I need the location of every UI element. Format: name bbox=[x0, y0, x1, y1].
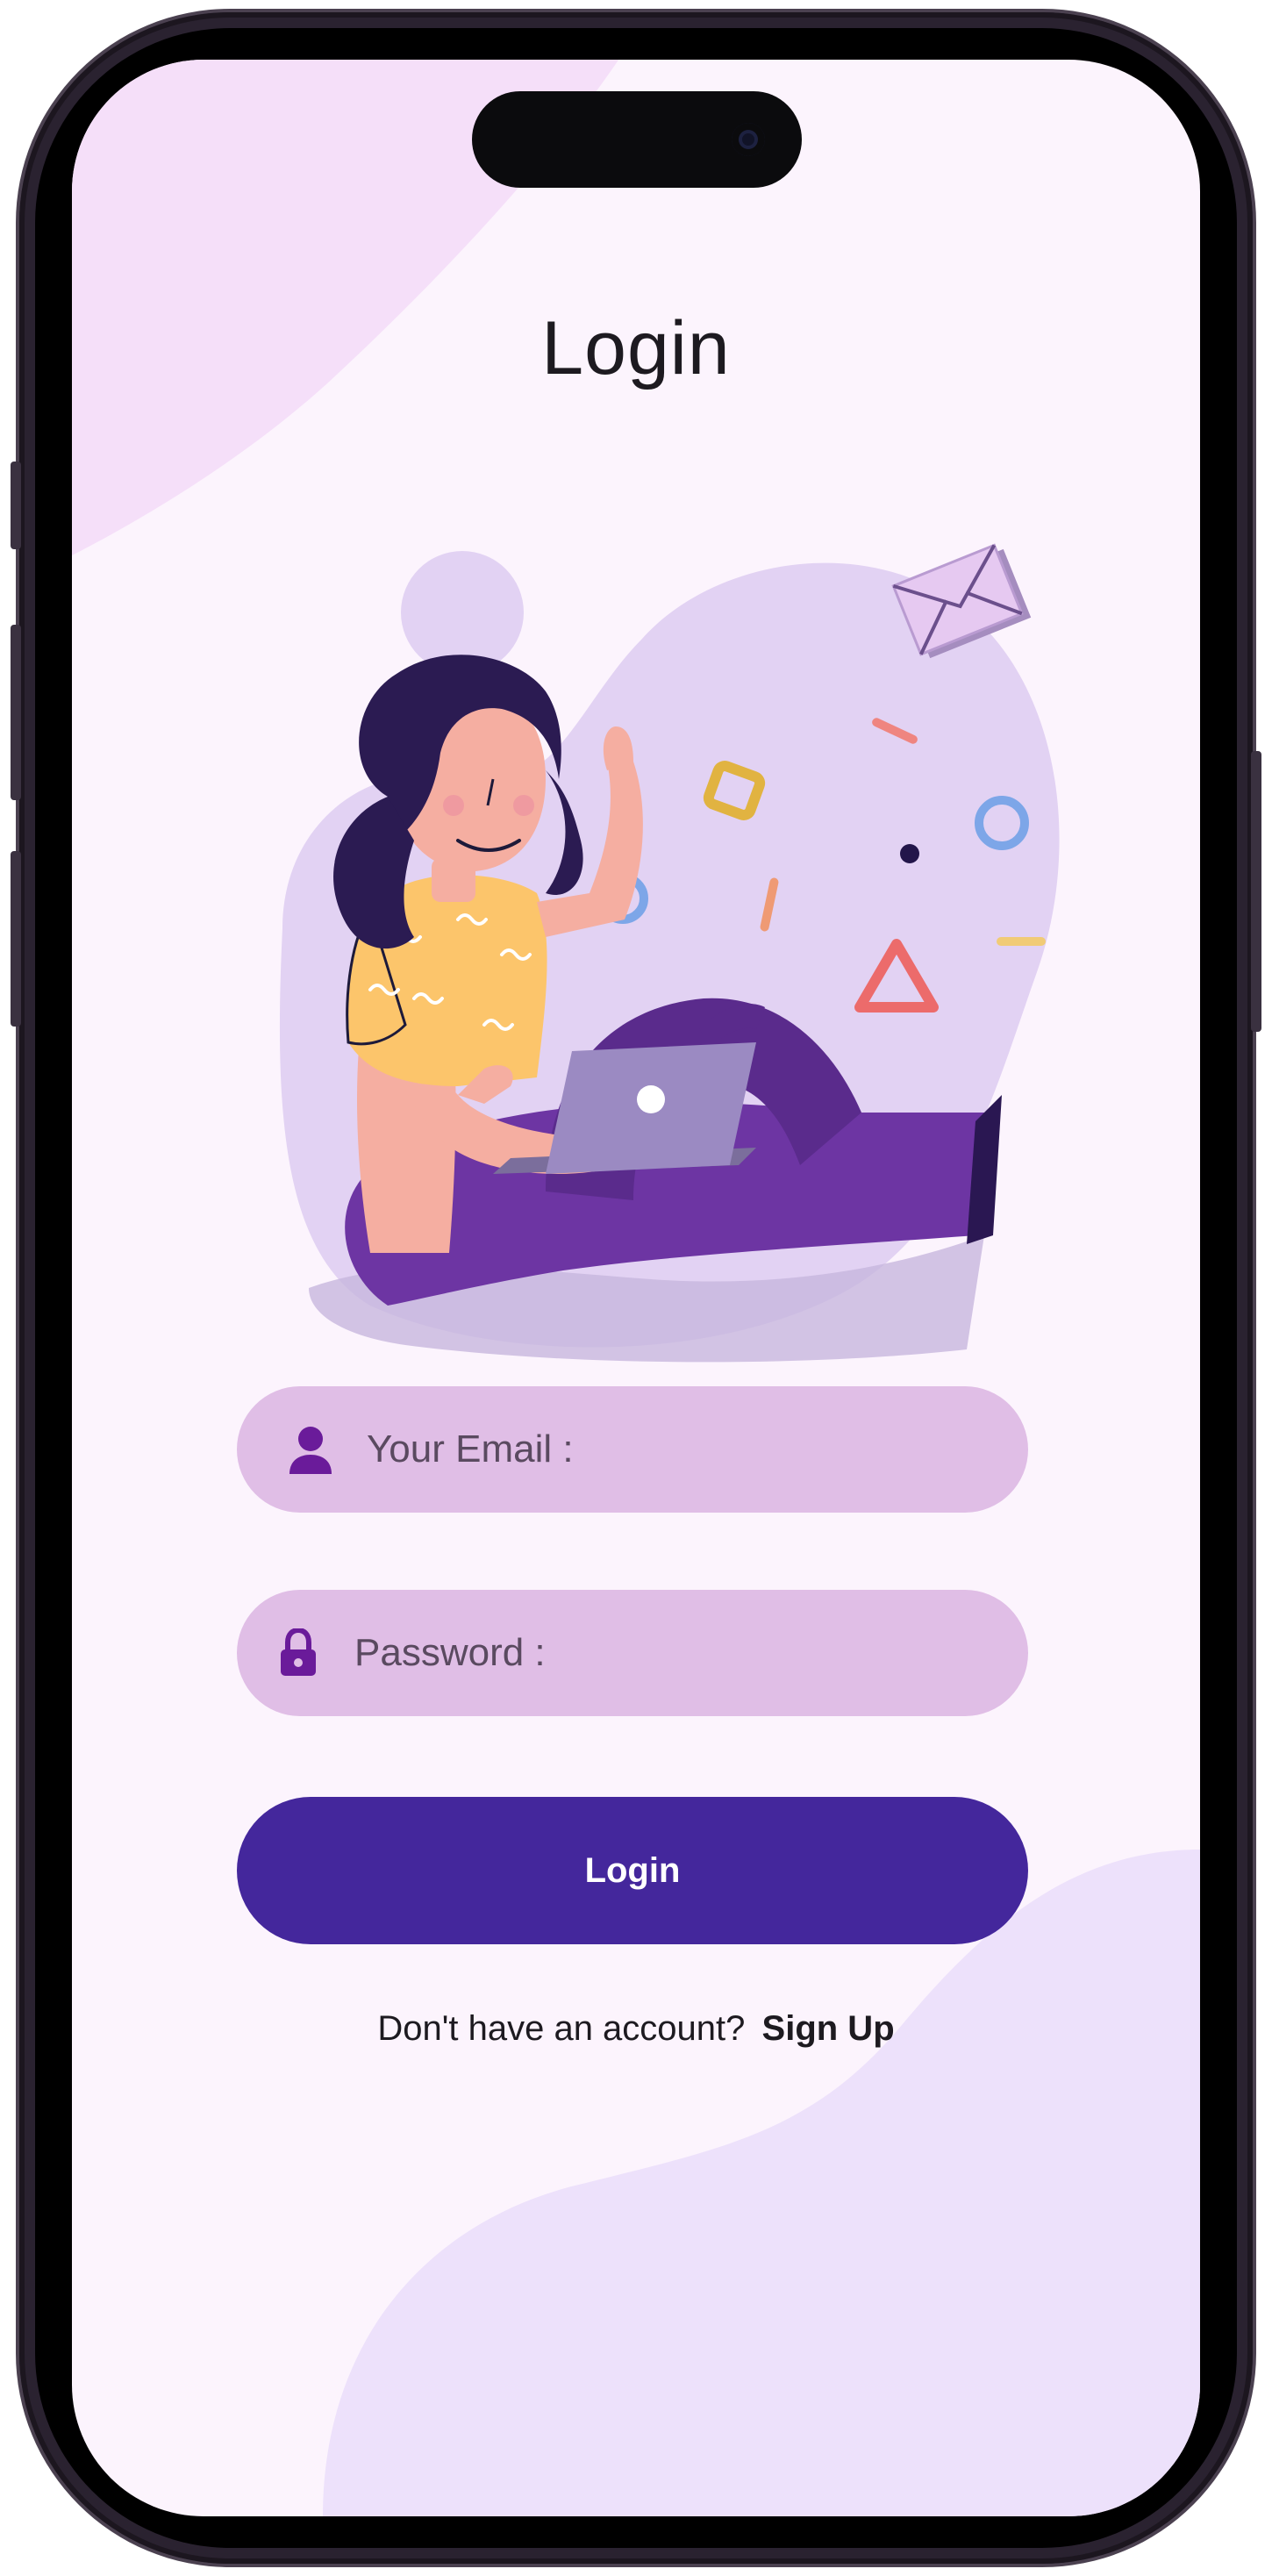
signup-link[interactable]: Sign Up bbox=[762, 2009, 895, 2048]
password-input[interactable] bbox=[353, 1630, 970, 1676]
password-field[interactable] bbox=[237, 1590, 1028, 1716]
dynamic-island bbox=[472, 91, 802, 188]
lock-icon bbox=[272, 1627, 325, 1679]
volume-up-button bbox=[11, 625, 21, 800]
background-blob-bottom bbox=[323, 1850, 1200, 2516]
email-field[interactable] bbox=[237, 1386, 1028, 1513]
power-button bbox=[1251, 751, 1261, 1032]
page-title: Login bbox=[541, 306, 731, 390]
login-illustration bbox=[279, 543, 1060, 1363]
email-input[interactable] bbox=[365, 1427, 983, 1472]
signup-prompt: Don't have an account? Sign Up bbox=[72, 2009, 1200, 2049]
front-camera bbox=[732, 123, 765, 156]
login-button[interactable]: Login bbox=[237, 1797, 1028, 1944]
action-button bbox=[11, 462, 21, 549]
volume-down-button bbox=[11, 851, 21, 1027]
person-icon bbox=[284, 1423, 337, 1476]
login-screen: Login Your Email: Login Don't have an a… bbox=[72, 60, 1200, 2516]
signup-text: Don't have an account? bbox=[377, 2009, 746, 2048]
